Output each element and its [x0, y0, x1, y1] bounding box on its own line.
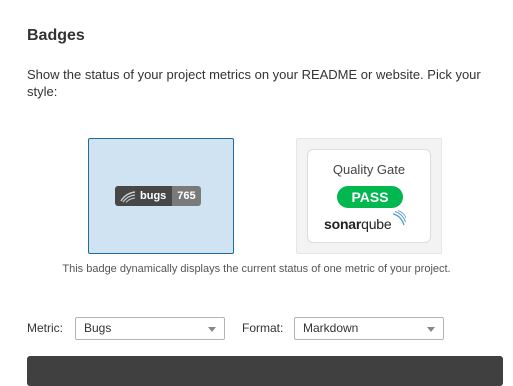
- sonarqube-logo-light: qube: [361, 216, 392, 232]
- badges-description: Show the status of your project metrics …: [27, 67, 481, 99]
- badge-code-snippet[interactable]: [27, 356, 503, 386]
- format-select-value: Markdown: [303, 321, 359, 335]
- chevron-down-icon: [427, 327, 435, 332]
- badge-caption: This badge dynamically displays the curr…: [62, 263, 451, 275]
- format-select[interactable]: Markdown: [294, 317, 444, 340]
- quality-gate-title: Quality Gate: [332, 162, 406, 177]
- metric-badge-label: bugs: [140, 190, 167, 202]
- sonarqube-logo-bold: sonar: [324, 216, 362, 232]
- sonar-waves-icon: [393, 210, 407, 226]
- metric-badge-preview: bugs 765: [115, 186, 201, 206]
- metric-select[interactable]: Bugs: [75, 317, 225, 340]
- sonar-waves-icon: [120, 191, 136, 203]
- metric-select-value: Bugs: [84, 321, 112, 335]
- sonarqube-logo: sonar qube: [324, 210, 407, 232]
- quality-gate-badge-preview: Quality Gate PASS sonar qube: [307, 149, 431, 243]
- metric-badge-value-part: 765: [172, 186, 201, 206]
- metric-badge-option[interactable]: bugs 765: [88, 138, 234, 254]
- format-label: Format:: [242, 321, 284, 335]
- metric-badge-label-part: bugs: [115, 186, 173, 206]
- quality-gate-badge-option[interactable]: Quality Gate PASS sonar qube: [296, 138, 442, 254]
- chevron-down-icon: [208, 327, 216, 332]
- metric-label: Metric:: [27, 321, 63, 335]
- page-title: Badges: [27, 27, 85, 44]
- quality-gate-status: PASS: [337, 186, 403, 208]
- metric-badge-value: 765: [177, 190, 196, 202]
